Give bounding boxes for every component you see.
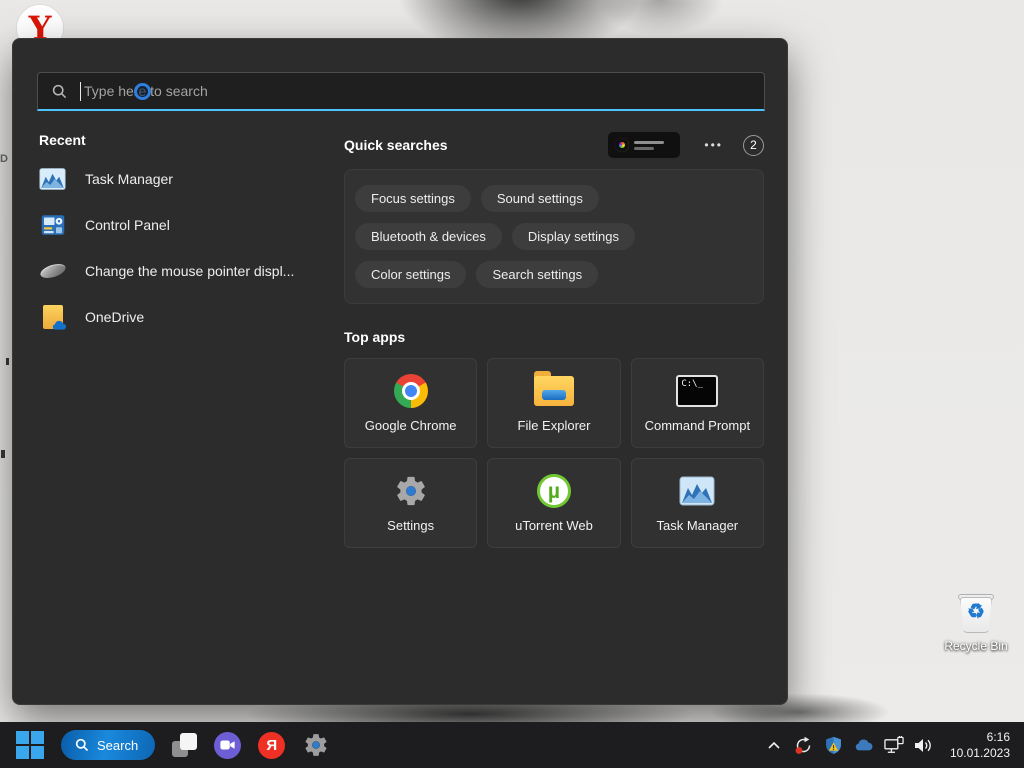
shield-warning-icon bbox=[826, 736, 842, 754]
video-camera-icon bbox=[220, 740, 235, 750]
app-tile-utorrent-web[interactable]: µ uTorrent Web bbox=[487, 458, 621, 548]
search-icon bbox=[52, 84, 67, 99]
app-tile-task-manager[interactable]: Task Manager bbox=[630, 458, 764, 548]
desktop: Y D ♻ Recycle Bin Type here to search Re… bbox=[0, 0, 1024, 768]
task-manager-icon bbox=[39, 166, 66, 193]
chrome-icon bbox=[393, 373, 428, 409]
control-panel-icon bbox=[39, 212, 66, 239]
taskbar: Search Я 6:16 10.01.2023 bbox=[0, 722, 1024, 768]
chip-row: Focus settings Sound settings bbox=[355, 185, 753, 212]
top-apps-title: Top apps bbox=[344, 329, 406, 345]
gear-icon bbox=[305, 734, 327, 756]
cloud-icon bbox=[855, 739, 873, 751]
chip-focus-settings[interactable]: Focus settings bbox=[355, 185, 471, 212]
recycle-symbol-icon: ♻ bbox=[967, 601, 985, 623]
task-view-front-square bbox=[180, 733, 198, 750]
app-tile-settings[interactable]: Settings bbox=[344, 458, 478, 548]
app-tile-command-prompt[interactable]: C:\_ Command Prompt bbox=[630, 358, 764, 448]
recent-item-mouse-pointer-setting[interactable]: Change the mouse pointer displ... bbox=[38, 256, 335, 286]
app-label: uTorrent Web bbox=[515, 518, 593, 533]
chat-button[interactable] bbox=[214, 731, 242, 759]
banner-text-lines bbox=[634, 140, 665, 150]
app-label: Command Prompt bbox=[644, 418, 751, 433]
app-tile-file-explorer[interactable]: File Explorer bbox=[487, 358, 621, 448]
sync-update-tray-icon[interactable] bbox=[794, 735, 814, 755]
search-icon bbox=[75, 738, 89, 752]
chip-row: Color settings Search settings bbox=[355, 261, 753, 288]
recycle-bin-icon: ♻ bbox=[956, 590, 996, 636]
recent-item-label: Control Panel bbox=[85, 217, 170, 233]
file-explorer-icon bbox=[533, 371, 574, 409]
chip-row: Bluetooth & devices Display settings bbox=[355, 223, 753, 250]
recent-section: Recent Task Manager Control Panel Change… bbox=[38, 132, 335, 348]
settings-taskbar-button[interactable] bbox=[302, 732, 329, 759]
security-shield-tray-icon[interactable] bbox=[824, 735, 844, 755]
recycle-bin-shortcut[interactable]: ♻ Recycle Bin bbox=[942, 590, 1010, 653]
task-view-button[interactable] bbox=[172, 733, 198, 757]
chevron-up-icon bbox=[768, 741, 780, 749]
chip-search-settings[interactable]: Search settings bbox=[476, 261, 599, 288]
app-label: Task Manager bbox=[656, 518, 739, 533]
chip-bluetooth-devices[interactable]: Bluetooth & devices bbox=[355, 223, 502, 250]
chip-color-settings[interactable]: Color settings bbox=[355, 261, 467, 288]
notification-count-badge[interactable]: 2 bbox=[743, 134, 764, 156]
quick-searches-and-apps: Quick searches ••• 2 Focus settings Soun… bbox=[344, 132, 764, 548]
taskbar-clock[interactable]: 6:16 10.01.2023 bbox=[950, 729, 1010, 761]
search-highlights-banner[interactable] bbox=[608, 132, 681, 158]
recent-list: Task Manager Control Panel Change the mo… bbox=[38, 164, 335, 332]
app-label: Settings bbox=[387, 518, 435, 533]
gear-icon bbox=[394, 473, 428, 509]
desktop-icon-fragment bbox=[1, 450, 5, 458]
text-caret bbox=[80, 82, 81, 101]
app-tile-google-chrome[interactable]: Google Chrome bbox=[344, 358, 478, 448]
chip-sound-settings[interactable]: Sound settings bbox=[480, 185, 599, 212]
taskbar-search-button[interactable]: Search bbox=[61, 730, 156, 760]
task-manager-icon bbox=[678, 473, 716, 509]
recent-item-control-panel[interactable]: Control Panel bbox=[39, 210, 335, 240]
recent-item-label: Task Manager bbox=[85, 171, 173, 187]
search-input[interactable]: Type here to search bbox=[37, 72, 765, 111]
taskbar-left-icons: Search Я bbox=[0, 730, 329, 760]
recent-item-label: Change the mouse pointer displ... bbox=[85, 263, 295, 279]
command-prompt-icon: C:\_ bbox=[676, 373, 719, 409]
system-tray: 6:16 10.01.2023 bbox=[764, 729, 1024, 761]
yandex-ya-icon: Я bbox=[266, 736, 278, 754]
taskbar-search-label: Search bbox=[97, 737, 139, 753]
hidden-icons-chevron[interactable] bbox=[764, 735, 784, 755]
speaker-icon bbox=[914, 738, 931, 752]
windows-search-flyout: Type here to search Recent Task Manager bbox=[12, 38, 788, 705]
start-button[interactable] bbox=[16, 731, 44, 759]
top-apps-grid: Google Chrome File Explorer C:\_ Command… bbox=[344, 358, 764, 548]
click-indicator-ring bbox=[134, 83, 151, 100]
utorrent-icon: µ bbox=[536, 473, 571, 509]
onedrive-cloud-icon bbox=[52, 320, 66, 330]
desktop-icon-fragment bbox=[6, 358, 9, 365]
chip-display-settings[interactable]: Display settings bbox=[511, 223, 635, 250]
recent-item-task-manager[interactable]: Task Manager bbox=[39, 164, 335, 194]
network-tray-icon[interactable] bbox=[884, 735, 904, 755]
app-label: Google Chrome bbox=[364, 418, 457, 433]
recent-title: Recent bbox=[39, 132, 86, 148]
onedrive-folder-icon bbox=[39, 304, 66, 331]
sync-arrow-icon bbox=[796, 736, 811, 754]
recycle-bin-label: Recycle Bin bbox=[944, 639, 1008, 653]
app-label: File Explorer bbox=[517, 418, 591, 433]
recent-item-label: OneDrive bbox=[85, 309, 145, 325]
tray-date: 10.01.2023 bbox=[949, 746, 1010, 760]
onedrive-tray-icon[interactable] bbox=[854, 735, 874, 755]
mouse-icon bbox=[38, 258, 67, 285]
quick-searches-header: Quick searches ••• 2 bbox=[344, 132, 764, 158]
yandex-browser-taskbar-button[interactable]: Я bbox=[258, 731, 286, 759]
recent-item-onedrive[interactable]: OneDrive bbox=[39, 302, 335, 332]
quick-searches-box: Focus settings Sound settings Bluetooth … bbox=[344, 169, 764, 304]
tray-time: 6:16 bbox=[986, 729, 1010, 744]
volume-tray-icon[interactable] bbox=[914, 735, 934, 755]
ethernet-monitor-icon bbox=[884, 735, 904, 753]
desktop-icon-label-fragment: D bbox=[0, 153, 8, 165]
quick-searches-title: Quick searches bbox=[344, 137, 448, 153]
more-options-button[interactable]: ••• bbox=[704, 138, 723, 152]
highlights-logo-icon bbox=[615, 138, 630, 152]
